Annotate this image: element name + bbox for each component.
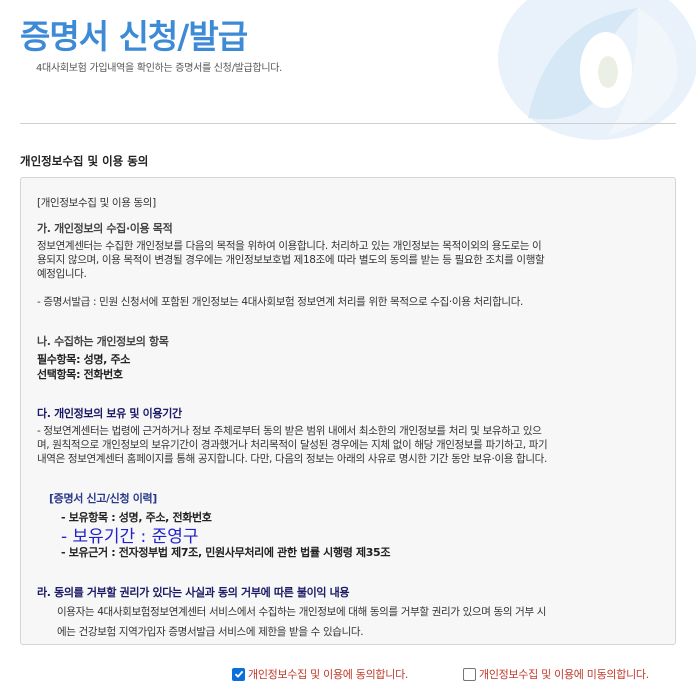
disagree-checkbox[interactable]	[463, 667, 476, 681]
header-divider	[20, 123, 676, 124]
page-subtitle: 4대사회보험 가입내역을 확인하는 증명서를 신청/발급합니다.	[36, 63, 283, 74]
agree-checkbox[interactable]	[232, 667, 245, 681]
section-d-text-line: 에는 건강보험 지역가입자 증명서발급 서비스에 제한을 받을 수 있습니다.	[57, 626, 364, 638]
optional-items: 선택항목: 전화번호	[37, 368, 123, 381]
retention-basis: - 보유근거 : 전자정부법 제7조, 민원사무처리에 관한 법률 시행령 제3…	[61, 546, 391, 559]
section-d-heading: 라. 동의를 거부할 권리가 있다는 사실과 동의 거부에 따른 불이익 내용	[37, 586, 350, 599]
page-title: 증명서 신청/발급	[20, 17, 248, 56]
section-c-text-line: 며, 원칙적으로 개인정보의 보유기간이 경과했거나 처리목적이 달성된 경우에…	[37, 439, 548, 451]
background-logo-decoration	[488, 0, 696, 150]
required-items: 필수항목: 성명, 주소	[37, 353, 130, 366]
section-c-text-line: 내역은 정보연계센터 홈페이지를 통해 공지합니다. 다만, 다음의 정보는 아…	[37, 453, 547, 465]
section-d-text-line: 이용자는 4대사회보험정보연계센터 서비스에서 수집하는 개인정보에 대해 동의…	[57, 606, 547, 618]
section-a-text-line: 용되지 않으며, 이용 목적이 변경될 경우에는 개인정보보호법 제18조에 따…	[37, 254, 545, 266]
agree-option[interactable]: 개인정보수집 및 이용에 동의합니다.	[232, 666, 408, 682]
section-b-heading: 나. 수집하는 개인정보의 항목	[37, 335, 169, 348]
agree-label[interactable]: 개인정보수집 및 이용에 동의합니다.	[248, 666, 408, 682]
disagree-label[interactable]: 개인정보수집 및 이용에 미동의합니다.	[479, 666, 649, 682]
section-a-text-line: 예정입니다.	[37, 268, 87, 280]
consent-terms-box[interactable]: [개인정보수집 및 이용 동의] 가. 개인정보의 수집·이용 목적 정보연계센…	[20, 177, 676, 645]
section-c-text-line: - 정보연계센터는 법령에 근거하거나 정보 주체로부터 동의 받은 범위 내에…	[37, 425, 542, 437]
section-a-item: - 증명서발급 : 민원 신청서에 포함된 개인정보는 4대사회보험 정보연계 …	[37, 296, 524, 308]
section-c-heading: 다. 개인정보의 보유 및 이용기간	[37, 407, 182, 420]
section-heading: 개인정보수집 및 이용 동의	[20, 154, 149, 168]
section-a-text-line: 정보연계센터는 수집한 개인정보를 다음의 목적을 위하여 이용합니다. 처리하…	[37, 240, 542, 252]
section-a-heading: 가. 개인정보의 수집·이용 목적	[37, 222, 173, 235]
check-icon	[234, 670, 243, 678]
consent-box-title: [개인정보수집 및 이용 동의]	[37, 197, 156, 209]
retention-history-heading: [증명서 신고/신청 이력]	[49, 492, 157, 505]
disagree-option[interactable]: 개인정보수집 및 이용에 미동의합니다.	[463, 666, 649, 682]
